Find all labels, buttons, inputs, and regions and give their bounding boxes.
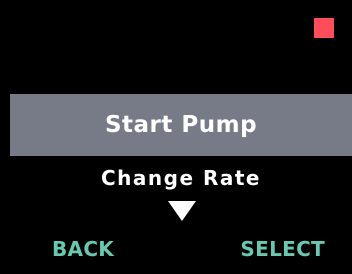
menu-item-change-rate[interactable]: Change Rate bbox=[10, 163, 352, 193]
device-screen: Start Pump Change Rate BACK SELECT bbox=[0, 0, 352, 274]
alarm-indicator-icon bbox=[314, 18, 334, 38]
select-softkey-label: SELECT bbox=[240, 237, 325, 261]
back-softkey-label: BACK bbox=[52, 237, 115, 261]
menu-item-label: Start Pump bbox=[104, 112, 258, 138]
back-softkey[interactable]: BACK bbox=[52, 234, 114, 264]
menu-item-label: Change Rate bbox=[100, 166, 261, 190]
menu-item-start-pump[interactable]: Start Pump bbox=[10, 94, 352, 156]
select-softkey[interactable]: SELECT bbox=[240, 234, 325, 264]
scroll-down-icon[interactable] bbox=[167, 200, 197, 222]
